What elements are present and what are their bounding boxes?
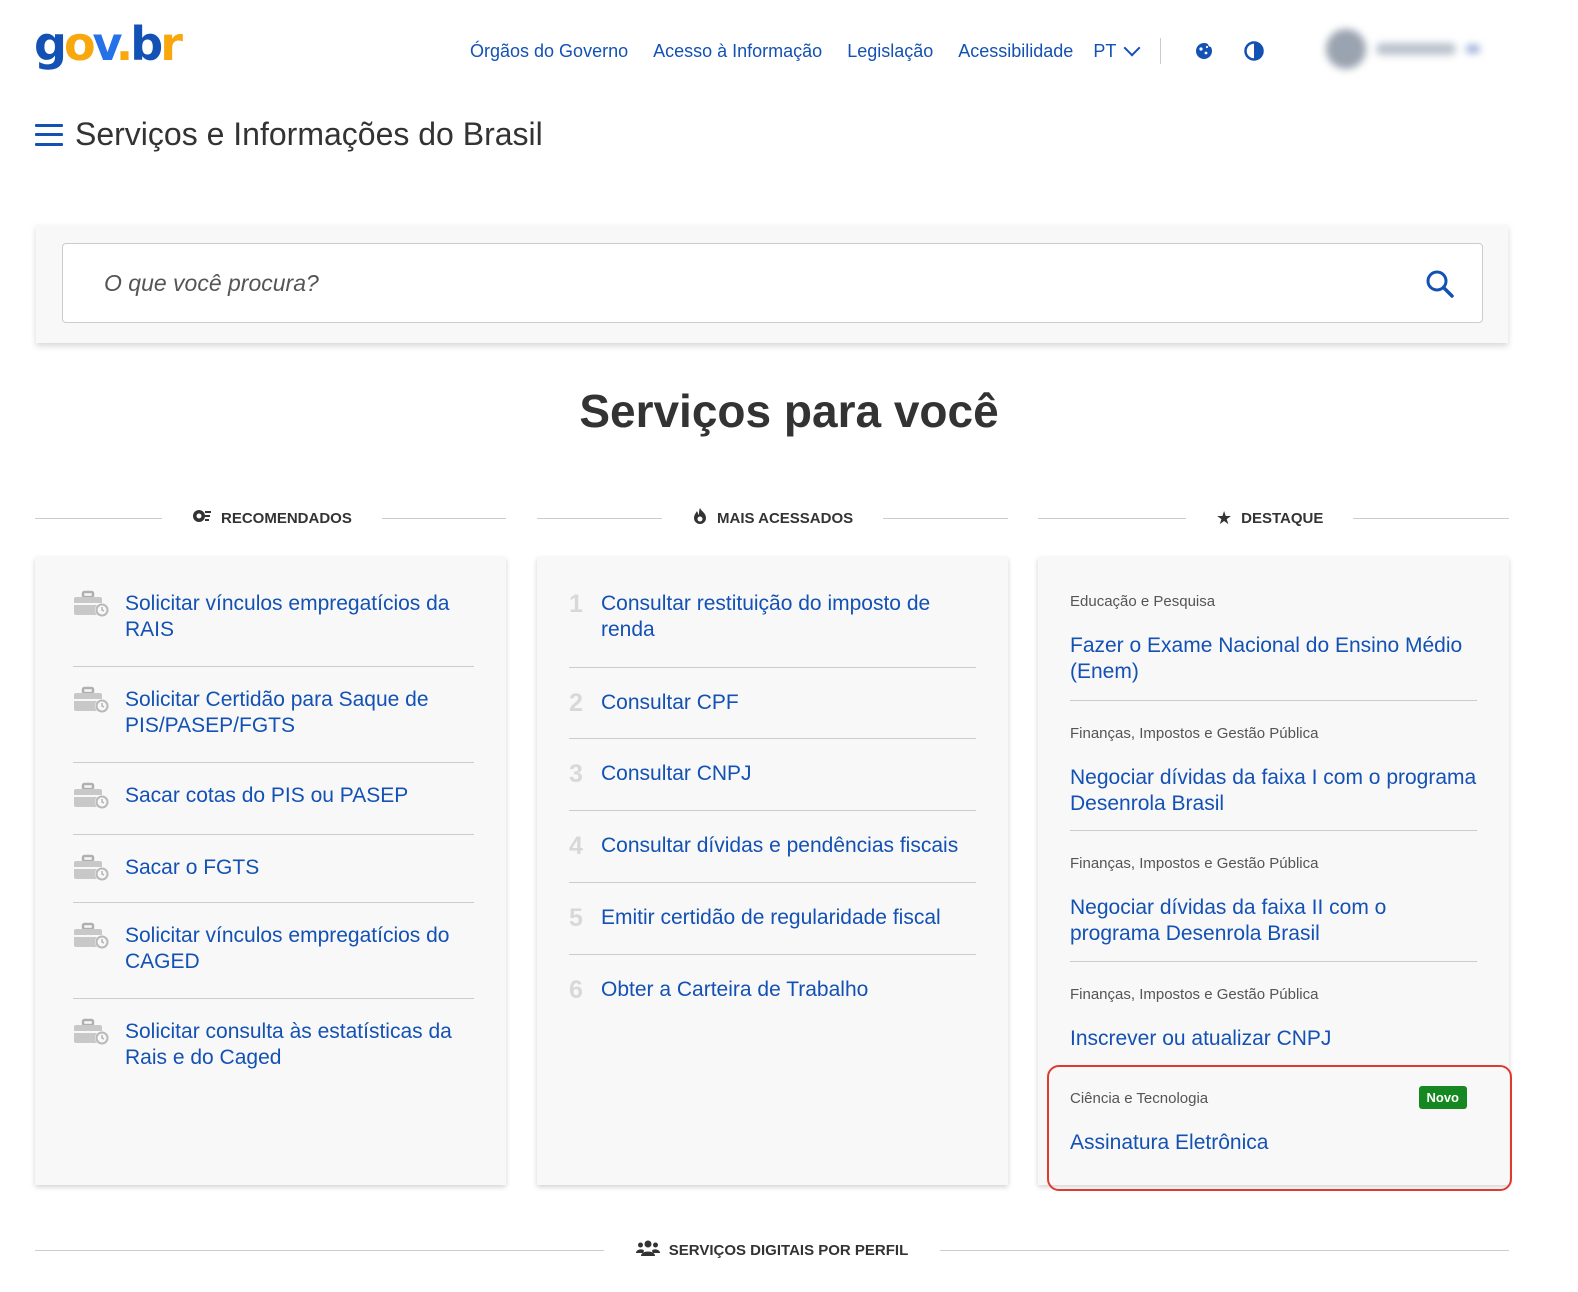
- recommended-card: Solicitar vínculos empregatícios da RAIS…: [35, 557, 506, 1185]
- most-accessed-card: 1 Consultar restituição do imposto de ren…: [537, 557, 1008, 1185]
- featured-item-link[interactable]: Negociar dívidas da faixa I com o progra…: [1070, 765, 1477, 817]
- avatar: [1326, 29, 1366, 69]
- most-accessed-item-link[interactable]: Consultar dívidas e pendências fiscais: [601, 833, 958, 859]
- most-accessed-item[interactable]: 5 Emitir certidão de regularidade fiscal: [569, 883, 976, 955]
- user-name-blurred: [1376, 43, 1456, 55]
- language-selector[interactable]: PT: [1093, 39, 1141, 62]
- briefcase-clock-icon: [73, 781, 111, 811]
- featured-item[interactable]: Finanças, Impostos e Gestão Pública Negoc…: [1070, 831, 1477, 962]
- highlight-box: [1047, 1065, 1512, 1191]
- most-accessed-item-link[interactable]: Consultar CNPJ: [601, 761, 752, 787]
- contrast-icon[interactable]: [1243, 40, 1265, 62]
- briefcase-clock-icon: [73, 685, 111, 715]
- rank-number: 5: [569, 904, 583, 932]
- featured-category: Finanças, Impostos e Gestão Pública: [1070, 855, 1319, 872]
- featured-category: Finanças, Impostos e Gestão Pública: [1070, 986, 1319, 1003]
- divider: [1353, 517, 1509, 519]
- most-accessed-item[interactable]: 3 Consultar CNPJ: [569, 739, 976, 811]
- divider: [537, 517, 662, 519]
- recommend-icon: [192, 508, 212, 529]
- briefcase-clock-icon: [73, 1017, 111, 1047]
- featured-item[interactable]: Finanças, Impostos e Gestão Pública Inscr…: [1070, 962, 1477, 1066]
- recommended-item-link[interactable]: Solicitar vínculos empregatícios da RAIS: [125, 591, 474, 643]
- divider: [1038, 517, 1186, 519]
- recommended-item-link[interactable]: Sacar cotas do PIS ou PASEP: [125, 783, 408, 809]
- most-accessed-item-link[interactable]: Obter a Carteira de Trabalho: [601, 977, 868, 1003]
- digital-services-header: SERVIÇOS DIGITAIS POR PERFIL: [35, 1238, 1510, 1262]
- rank-number: 6: [569, 976, 583, 1004]
- rank-number: 1: [569, 590, 583, 618]
- nav-acessibilidade[interactable]: Acessibilidade: [958, 41, 1073, 62]
- search-card: [36, 225, 1508, 343]
- rank-number: 3: [569, 760, 583, 788]
- search-input[interactable]: [63, 244, 1403, 322]
- rank-number: 2: [569, 689, 583, 717]
- featured-category: Educação e Pesquisa: [1070, 593, 1216, 610]
- top-nav: Órgãos do Governo Acesso à Informação Le…: [470, 38, 1293, 64]
- digital-services-label: SERVIÇOS DIGITAIS POR PERFIL: [668, 1241, 909, 1259]
- recommended-item-link[interactable]: Sacar o FGTS: [125, 855, 259, 881]
- featured-item-link[interactable]: Fazer o Exame Nacional do Ensino Médio (…: [1070, 633, 1477, 685]
- divider: [1160, 38, 1162, 64]
- recommended-item-link[interactable]: Solicitar vínculos empregatícios do CAGE…: [125, 923, 474, 975]
- divider: [35, 517, 162, 519]
- most-accessed-item-link[interactable]: Consultar restituição do imposto de rend…: [601, 591, 976, 643]
- most-accessed-item-link[interactable]: Emitir certidão de regularidade fiscal: [601, 905, 941, 931]
- briefcase-clock-icon: [73, 853, 111, 883]
- nav-acesso-informacao[interactable]: Acesso à Informação: [653, 41, 822, 62]
- most-accessed-item[interactable]: 1 Consultar restituição do imposto de ren…: [569, 591, 976, 668]
- featured-label: DESTAQUE: [1241, 509, 1324, 527]
- featured-item[interactable]: Educação e Pesquisa Fazer o Exame Naciona…: [1070, 593, 1477, 701]
- featured-item[interactable]: Finanças, Impostos e Gestão Pública Negoc…: [1070, 701, 1477, 831]
- search-box: [62, 243, 1483, 323]
- recommended-item[interactable]: Solicitar vínculos empregatícios da RAIS: [73, 589, 474, 667]
- recommended-header: RECOMENDADOS: [35, 506, 506, 530]
- site-title: Serviços e Informações do Brasil: [75, 116, 543, 152]
- featured-category: Finanças, Impostos e Gestão Pública: [1070, 725, 1319, 742]
- header: gov.br Órgãos do Governo Acesso à Inform…: [0, 0, 1578, 100]
- site-title-row: Serviços e Informações do Brasil: [35, 116, 543, 153]
- recommended-item[interactable]: Sacar o FGTS: [73, 835, 474, 903]
- most-accessed-header: MAIS ACESSADOS: [537, 506, 1008, 530]
- nav-legislacao[interactable]: Legislação: [847, 41, 933, 62]
- recommended-label: RECOMENDADOS: [221, 509, 352, 527]
- featured-header: ★ DESTAQUE: [1038, 506, 1509, 530]
- language-label: PT: [1093, 40, 1117, 61]
- recommended-item[interactable]: Solicitar vínculos empregatícios do CAGE…: [73, 903, 474, 999]
- star-icon: ★: [1216, 507, 1233, 528]
- cookie-icon[interactable]: [1193, 40, 1215, 62]
- recommended-item[interactable]: Solicitar Certidão para Saque de PIS/PAS…: [73, 667, 474, 763]
- featured-item-link[interactable]: Negociar dívidas da faixa II com o progr…: [1070, 895, 1477, 947]
- chevron-down-icon: [1123, 39, 1141, 57]
- govbr-logo[interactable]: gov.br: [34, 14, 183, 74]
- briefcase-clock-icon: [73, 921, 111, 951]
- section-title: Serviços para você: [579, 385, 999, 437]
- users-icon: [635, 1239, 660, 1261]
- user-menu[interactable]: [1326, 28, 1496, 70]
- most-accessed-item[interactable]: 2 Consultar CPF: [569, 668, 976, 739]
- recommended-item-link[interactable]: Solicitar Certidão para Saque de PIS/PAS…: [125, 687, 474, 739]
- menu-icon[interactable]: [35, 123, 63, 146]
- recommended-item[interactable]: Sacar cotas do PIS ou PASEP: [73, 763, 474, 835]
- divider: [940, 1249, 1510, 1251]
- most-accessed-item[interactable]: 4 Consultar dívidas e pendências fiscais: [569, 811, 976, 883]
- most-accessed-item[interactable]: 6 Obter a Carteira de Trabalho: [569, 955, 976, 1015]
- recommended-item[interactable]: Solicitar consulta às estatísticas da Ra…: [73, 999, 474, 1095]
- rank-number: 4: [569, 832, 583, 860]
- search-icon[interactable]: [1424, 268, 1456, 300]
- most-accessed-label: MAIS ACESSADOS: [717, 509, 854, 527]
- most-accessed-item-link[interactable]: Consultar CPF: [601, 690, 739, 716]
- divider: [381, 517, 506, 519]
- fire-icon: [692, 507, 708, 530]
- briefcase-clock-icon: [73, 589, 111, 619]
- recommended-item-link[interactable]: Solicitar consulta às estatísticas da Ra…: [125, 1019, 474, 1071]
- divider: [883, 517, 1008, 519]
- featured-item-link[interactable]: Inscrever ou atualizar CNPJ: [1070, 1026, 1477, 1052]
- nav-orgaos-governo[interactable]: Órgãos do Governo: [470, 41, 628, 62]
- chevron-down-icon: [1466, 45, 1480, 53]
- divider: [35, 1249, 604, 1251]
